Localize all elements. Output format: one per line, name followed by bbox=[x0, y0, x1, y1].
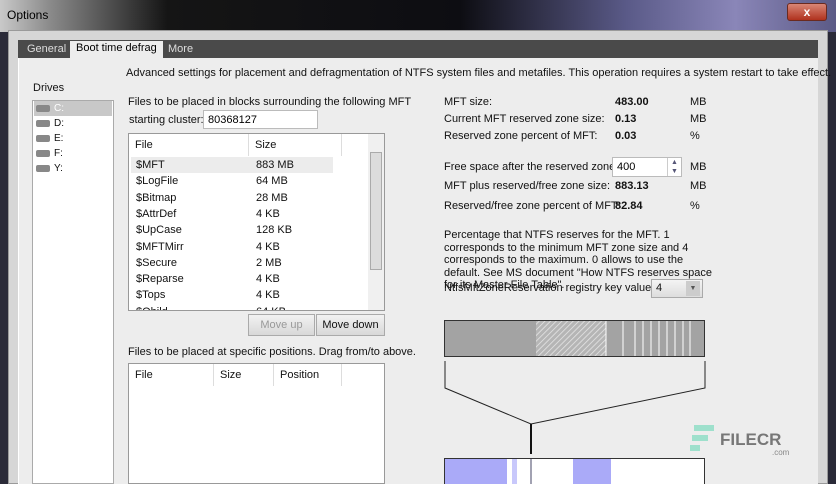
drive-icon bbox=[36, 135, 50, 142]
spinner-arrows-icon[interactable]: ▲ ▼ bbox=[667, 158, 681, 176]
blocks-label: Files to be placed in blocks surrounding… bbox=[128, 96, 412, 108]
file-size: 4 KB bbox=[256, 273, 280, 286]
registry-value: 4 bbox=[656, 282, 663, 294]
column-header-file[interactable]: File bbox=[129, 364, 214, 386]
cluster-input[interactable] bbox=[203, 110, 318, 129]
watermark-logo-icon bbox=[690, 425, 714, 453]
table-row[interactable]: $UpCase 128 KB bbox=[131, 222, 333, 238]
window-title: Options bbox=[7, 8, 49, 22]
disk-map-used bbox=[512, 459, 517, 484]
intro-text: Advanced settings for placement and defr… bbox=[126, 67, 832, 79]
registry-select[interactable]: 4 ▼ bbox=[651, 279, 703, 298]
positions-label: Files to be placed at specific positions… bbox=[128, 346, 416, 358]
table-row[interactable]: $Reparse 4 KB bbox=[131, 271, 333, 287]
stat-value: 0.03 bbox=[615, 130, 637, 142]
mft-zone-diagram bbox=[444, 320, 706, 484]
file-size: 2 MB bbox=[256, 256, 282, 269]
file-name: $Qhild bbox=[136, 304, 168, 310]
close-button[interactable]: x bbox=[787, 3, 827, 21]
file-size: 128 KB bbox=[256, 224, 293, 237]
drive-icon bbox=[36, 150, 50, 157]
drive-icon bbox=[36, 105, 50, 112]
free-space-label: Free space after the reserved zone: bbox=[444, 161, 619, 173]
table-row[interactable]: $MFT 883 MB bbox=[131, 157, 333, 173]
file-size: 883 MB bbox=[256, 159, 294, 171]
blocks-file-list[interactable]: File Size $MFT 883 MB $LogFile 64 MB $Bitmap… bbox=[128, 133, 385, 311]
table-row[interactable]: $Secure 2 MB bbox=[131, 255, 333, 271]
file-size: 4 KB bbox=[256, 207, 280, 220]
watermark-text: FILECR bbox=[720, 430, 782, 449]
file-name: $AttrDef bbox=[136, 207, 177, 220]
tab-general[interactable]: General bbox=[21, 42, 72, 58]
file-name: $UpCase bbox=[136, 224, 182, 237]
file-name: $Reparse bbox=[136, 273, 184, 286]
tab-more[interactable]: More bbox=[162, 42, 199, 58]
disk-map-used bbox=[573, 459, 611, 484]
disk-map-used bbox=[445, 459, 507, 484]
stat-unit: MB bbox=[690, 180, 707, 192]
file-size: 64 MB bbox=[256, 175, 288, 188]
column-header-size[interactable]: Size bbox=[249, 134, 342, 156]
drive-label: F: bbox=[54, 148, 63, 159]
drive-item[interactable]: F: bbox=[34, 146, 112, 161]
drive-item[interactable]: D: bbox=[34, 116, 112, 131]
column-header-position[interactable]: Position bbox=[274, 364, 342, 386]
file-name: $Bitmap bbox=[136, 191, 177, 204]
drives-label: Drives bbox=[33, 82, 65, 94]
drive-label: Y: bbox=[54, 163, 63, 174]
table-row[interactable]: $Qhild 64 KB bbox=[131, 304, 333, 310]
file-name: $Tops bbox=[136, 289, 166, 302]
stat-label: Reserved/free zone percent of MFT: bbox=[444, 200, 620, 212]
tab-boot-time-defrag[interactable]: Boot time defrag bbox=[70, 41, 163, 58]
registry-label: NtfsMftZoneReservation registry key valu… bbox=[444, 282, 655, 294]
stat-label: MFT size: bbox=[444, 96, 493, 108]
cluster-label: starting cluster: bbox=[129, 114, 204, 126]
drive-label: E: bbox=[54, 133, 64, 144]
stat-value: 883.13 bbox=[615, 180, 649, 192]
table-row[interactable]: $MFTMirr 4 KB bbox=[131, 239, 333, 255]
drive-item[interactable]: Y: bbox=[34, 161, 112, 176]
stat-unit: MB bbox=[690, 113, 707, 125]
zoom-connector bbox=[444, 361, 706, 425]
stat-unit: % bbox=[690, 130, 700, 142]
drive-item[interactable]: C: bbox=[34, 101, 112, 116]
chevron-down-icon: ▼ bbox=[686, 281, 700, 296]
file-size: 64 KB bbox=[256, 304, 286, 310]
table-row[interactable]: $AttrDef 4 KB bbox=[131, 206, 333, 222]
stat-unit: MB bbox=[690, 96, 707, 108]
file-size: 28 MB bbox=[256, 191, 288, 204]
file-name: $MFT bbox=[136, 159, 165, 171]
stat-label: Reserved zone percent of MFT: bbox=[444, 130, 598, 142]
title-bar[interactable] bbox=[0, 0, 836, 32]
file-size: 4 KB bbox=[256, 240, 280, 253]
drive-icon bbox=[36, 120, 50, 127]
reserved-zone bbox=[536, 321, 606, 356]
watermark-suffix: .com bbox=[772, 448, 790, 457]
file-name: $LogFile bbox=[136, 175, 179, 188]
column-header-size[interactable]: Size bbox=[214, 364, 274, 386]
drive-item[interactable]: E: bbox=[34, 131, 112, 146]
drive-label: D: bbox=[54, 118, 64, 129]
file-name: $MFTMirr bbox=[136, 240, 184, 253]
positions-file-list[interactable]: File Size Position bbox=[128, 363, 385, 484]
move-up-button[interactable]: Move up bbox=[248, 314, 315, 336]
column-header-file[interactable]: File bbox=[129, 134, 249, 156]
stat-value: 0.13 bbox=[615, 113, 637, 125]
move-down-button[interactable]: Move down bbox=[316, 314, 385, 336]
scrollbar[interactable] bbox=[368, 134, 384, 310]
table-row[interactable]: $Tops 4 KB bbox=[131, 287, 333, 303]
stat-label: MFT plus reserved/free zone size: bbox=[444, 180, 611, 192]
scrollbar-thumb[interactable] bbox=[370, 152, 382, 270]
drive-label: C: bbox=[54, 103, 64, 114]
file-size: 4 KB bbox=[256, 289, 280, 302]
table-row[interactable]: $Bitmap 28 MB bbox=[131, 190, 333, 206]
file-name: $Secure bbox=[136, 256, 177, 269]
table-row[interactable]: $LogFile 64 MB bbox=[131, 173, 333, 189]
stat-value: 82.84 bbox=[615, 200, 643, 212]
free-space-unit: MB bbox=[690, 161, 707, 173]
stat-label: Current MFT reserved zone size: bbox=[444, 113, 605, 125]
stat-value: 483.00 bbox=[615, 96, 649, 108]
drive-icon bbox=[36, 165, 50, 172]
stat-unit: % bbox=[690, 200, 700, 212]
